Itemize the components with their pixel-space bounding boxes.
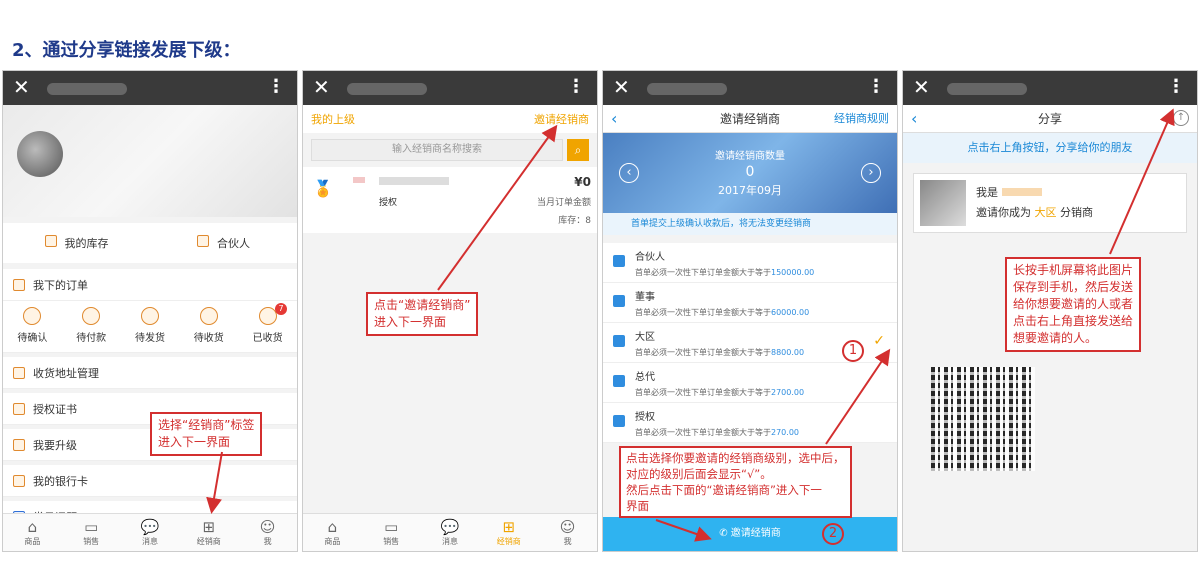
annotation-arrows (206, 108, 1175, 542)
arrow-to-share-button (1109, 108, 1175, 255)
arrow-to-checkmark (825, 348, 891, 445)
arrow-to-invite-button (655, 519, 712, 542)
arrow-to-distributor-tab (206, 451, 223, 514)
arrow-to-invite-link (437, 124, 558, 291)
